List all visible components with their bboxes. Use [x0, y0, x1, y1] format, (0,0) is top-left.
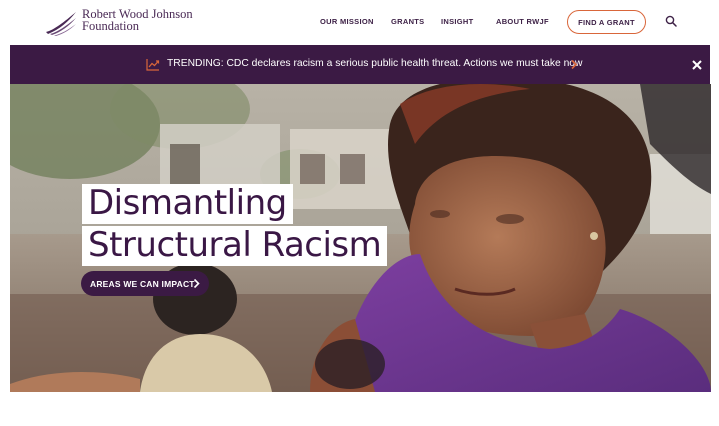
chevron-right-icon[interactable]: [570, 59, 578, 70]
areas-we-can-impact-button[interactable]: AREAS WE CAN IMPACT: [81, 271, 209, 296]
trending-text[interactable]: TRENDING: CDC declares racism a serious …: [167, 58, 582, 69]
trending-banner[interactable]: TRENDING: CDC declares racism a serious …: [10, 45, 710, 84]
hero-headline: Dismantling Structural Racism: [82, 184, 388, 266]
hero-section: Dismantling Structural Racism AREAS WE C…: [10, 84, 711, 392]
trending-chart-icon: [146, 59, 160, 71]
impact-button-label: AREAS WE CAN IMPACT: [90, 278, 195, 289]
nav-grants[interactable]: GRANTS: [391, 17, 424, 26]
headline-line-1: Dismantling: [82, 184, 293, 224]
search-icon[interactable]: [665, 15, 677, 27]
site-header: Robert Wood Johnson Foundation OUR MISSI…: [0, 0, 719, 44]
chevron-right-icon: [193, 278, 200, 289]
nav-our-mission[interactable]: OUR MISSION: [320, 17, 374, 26]
nav-about-rwjf[interactable]: ABOUT RWJF: [496, 17, 549, 26]
nav-insight[interactable]: INSIGHT: [441, 17, 474, 26]
headline-line-2: Structural Racism: [82, 226, 388, 266]
find-a-grant-button[interactable]: FIND A GRANT: [567, 10, 646, 34]
close-icon[interactable]: [692, 60, 702, 70]
